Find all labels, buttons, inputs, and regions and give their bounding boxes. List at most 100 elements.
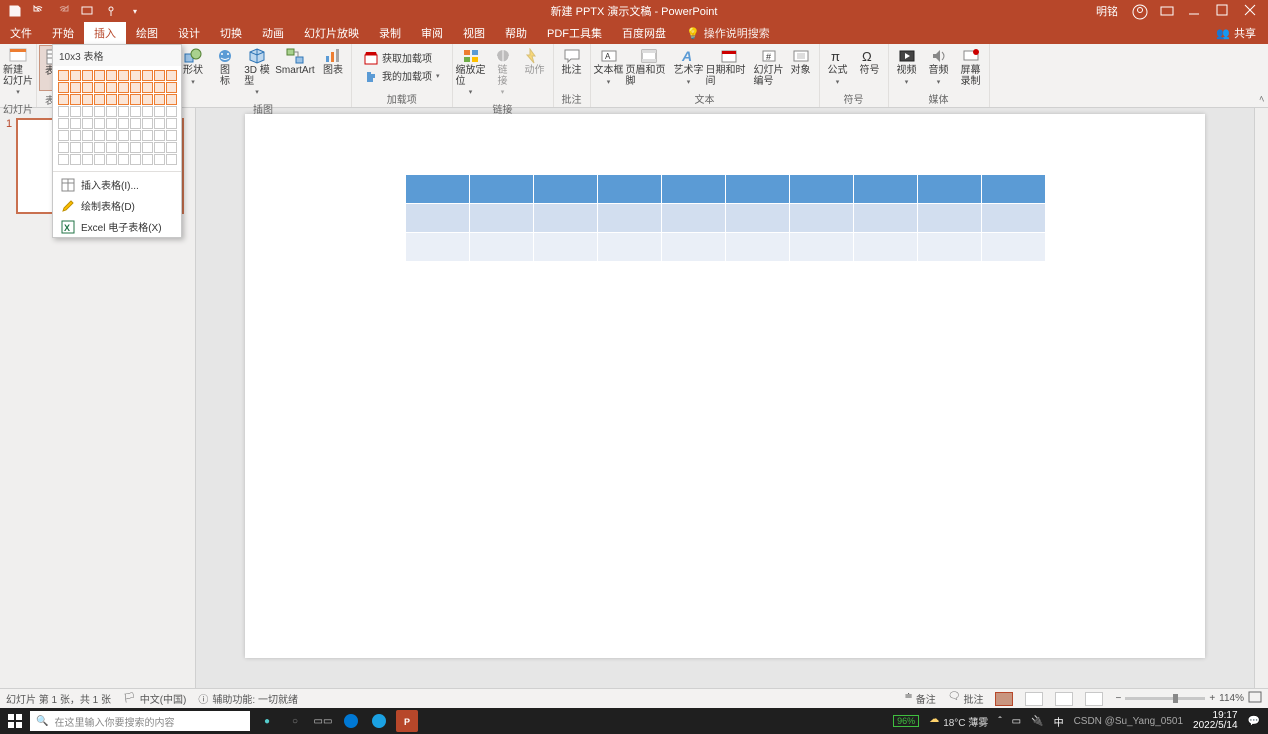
accessibility-status[interactable]: ⓘ辅助功能: 一切就绪	[198, 691, 298, 706]
slideshow-view-button[interactable]	[1085, 692, 1103, 706]
grid-cell[interactable]	[82, 130, 93, 141]
grid-cell[interactable]	[70, 118, 81, 129]
grid-cell[interactable]	[142, 106, 153, 117]
audio-button[interactable]: 音频	[923, 45, 955, 89]
tab-review[interactable]: 审阅	[411, 22, 453, 44]
grid-cell[interactable]	[106, 118, 117, 129]
grid-cell[interactable]	[130, 82, 141, 93]
grid-cell[interactable]	[142, 142, 153, 153]
grid-cell[interactable]	[106, 94, 117, 105]
grid-cell[interactable]	[154, 82, 165, 93]
language-indicator[interactable]: 🏳中文(中国)	[123, 691, 186, 706]
wordart-button[interactable]: A艺术字	[673, 45, 705, 89]
grid-cell[interactable]	[82, 94, 93, 105]
grid-cell[interactable]	[154, 154, 165, 165]
grid-cell[interactable]	[130, 106, 141, 117]
my-addins-button[interactable]: 我的加载项▾	[360, 67, 444, 84]
start-from-beginning-icon[interactable]	[80, 4, 94, 18]
symbol-button[interactable]: Ω符号	[854, 45, 886, 79]
grid-cell[interactable]	[82, 106, 93, 117]
weather-widget[interactable]: ☁18°C 薄雾	[929, 714, 988, 729]
network-icon[interactable]: ▭	[1012, 716, 1021, 727]
grid-cell[interactable]	[94, 154, 105, 165]
zoom-out-button[interactable]: −	[1115, 693, 1121, 704]
grid-cell[interactable]	[130, 70, 141, 81]
user-avatar-icon[interactable]	[1132, 4, 1146, 18]
grid-cell[interactable]	[154, 70, 165, 81]
grid-cell[interactable]	[70, 142, 81, 153]
grid-cell[interactable]	[58, 94, 69, 105]
tray-chevron-icon[interactable]: ˆ	[998, 716, 1001, 727]
equation-button[interactable]: π公式	[822, 45, 854, 89]
tell-me[interactable]: 💡操作说明搜索	[676, 22, 780, 44]
grid-cell[interactable]	[118, 142, 129, 153]
get-addins-button[interactable]: 获取加载项	[360, 49, 444, 66]
tab-home[interactable]: 开始	[42, 22, 84, 44]
grid-cell[interactable]	[58, 154, 69, 165]
grid-cell[interactable]	[118, 106, 129, 117]
grid-cell[interactable]	[130, 130, 141, 141]
grid-cell[interactable]	[58, 82, 69, 93]
grid-cell[interactable]	[106, 82, 117, 93]
video-button[interactable]: 视频	[891, 45, 923, 89]
comment-button[interactable]: 批注	[556, 45, 588, 79]
icons-button[interactable]: 图 标	[209, 45, 241, 89]
grid-cell[interactable]	[58, 130, 69, 141]
grid-cell[interactable]	[166, 70, 177, 81]
grid-cell[interactable]	[142, 130, 153, 141]
table-size-grid[interactable]	[53, 66, 181, 169]
grid-cell[interactable]	[58, 106, 69, 117]
touch-mode-icon[interactable]	[104, 4, 118, 18]
notes-button[interactable]: ≐备注	[904, 691, 935, 706]
grid-cell[interactable]	[166, 130, 177, 141]
3d-models-button[interactable]: 3D 模 型	[241, 45, 273, 100]
grid-cell[interactable]	[82, 82, 93, 93]
grid-cell[interactable]	[130, 94, 141, 105]
tab-insert[interactable]: 插入	[84, 22, 126, 44]
new-slide-button[interactable]: 新建 幻灯片	[2, 45, 34, 100]
grid-cell[interactable]	[106, 130, 117, 141]
grid-cell[interactable]	[70, 70, 81, 81]
grid-cell[interactable]	[82, 70, 93, 81]
tab-help[interactable]: 帮助	[495, 22, 537, 44]
grid-cell[interactable]	[166, 82, 177, 93]
slide-number-button[interactable]: #幻灯片 编号	[753, 45, 785, 89]
close-icon[interactable]	[1244, 4, 1258, 18]
tab-design[interactable]: 设计	[168, 22, 210, 44]
ribbon-display-icon[interactable]	[1160, 4, 1174, 18]
grid-cell[interactable]	[130, 142, 141, 153]
grid-cell[interactable]	[166, 94, 177, 105]
tab-file[interactable]: 文件	[0, 22, 42, 44]
zoom-percent[interactable]: 114%	[1219, 693, 1244, 704]
undo-icon[interactable]	[32, 4, 46, 18]
save-icon[interactable]	[8, 4, 22, 18]
qat-more-icon[interactable]: ▾	[128, 4, 142, 18]
minimize-icon[interactable]	[1188, 4, 1202, 18]
grid-cell[interactable]	[82, 142, 93, 153]
grid-cell[interactable]	[142, 154, 153, 165]
notifications-icon[interactable]: 💬	[1248, 716, 1260, 727]
zoom-button[interactable]: 缩放定 位	[455, 45, 487, 100]
clock-date[interactable]: 2022/5/14	[1193, 721, 1238, 731]
grid-cell[interactable]	[154, 118, 165, 129]
draw-table-item[interactable]: 绘制表格(D)	[53, 195, 181, 216]
edge-icon[interactable]	[340, 710, 362, 732]
assistant-icon[interactable]: ●	[256, 710, 278, 732]
taskbar-search[interactable]: 🔍在这里输入你要搜索的内容	[30, 711, 250, 731]
grid-cell[interactable]	[142, 118, 153, 129]
slide-canvas[interactable]	[196, 108, 1254, 688]
tab-pdf-tools[interactable]: PDF工具集	[537, 22, 612, 44]
grid-cell[interactable]	[58, 142, 69, 153]
comments-button[interactable]: 🗨批注	[948, 691, 984, 706]
grid-cell[interactable]	[106, 70, 117, 81]
smartart-button[interactable]: SmartArt	[273, 45, 317, 79]
normal-view-button[interactable]	[995, 692, 1013, 706]
link-button[interactable]: 链 接	[487, 45, 519, 100]
grid-cell[interactable]	[94, 70, 105, 81]
slide[interactable]	[245, 114, 1205, 658]
excel-spreadsheet-item[interactable]: XExcel 电子表格(X)	[53, 216, 181, 237]
grid-cell[interactable]	[118, 70, 129, 81]
ime-indicator[interactable]: 中	[1054, 714, 1064, 729]
grid-cell[interactable]	[70, 94, 81, 105]
battery-indicator[interactable]: 96%	[893, 715, 919, 727]
